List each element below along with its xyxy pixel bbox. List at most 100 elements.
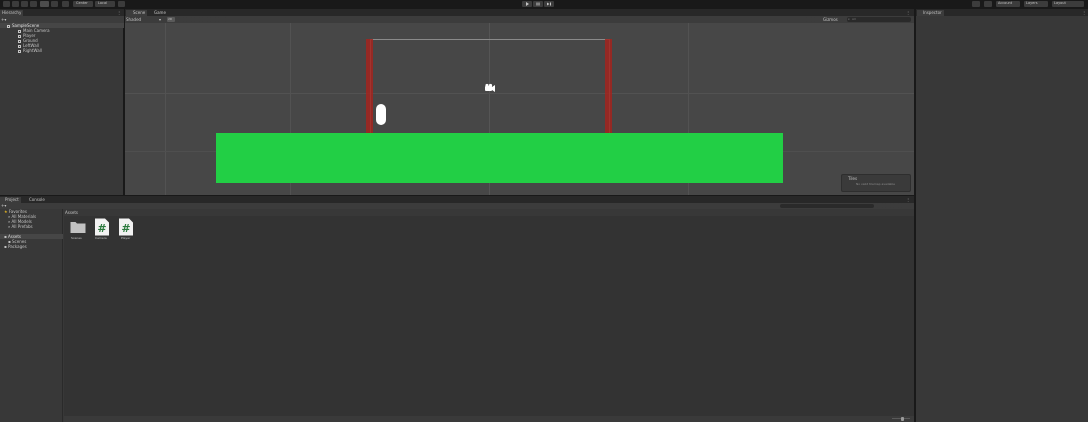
step-button[interactable] bbox=[544, 1, 554, 7]
folder-icon bbox=[70, 222, 86, 233]
search-icon: ⌕ bbox=[848, 17, 850, 21]
project-tab-label: Project bbox=[5, 197, 19, 202]
csharp-script-icon: # bbox=[119, 218, 133, 236]
tree-label: All Prefabs bbox=[11, 224, 33, 229]
inspector-panel: Inspector ⋮ bbox=[915, 9, 1088, 422]
move-tool-button[interactable] bbox=[12, 1, 19, 7]
hierarchy-toolbar: +▾ bbox=[0, 16, 124, 23]
ground[interactable] bbox=[216, 133, 783, 183]
project-tree: ★ Favorites ⌕ All Materials ⌕ All Models… bbox=[0, 209, 63, 422]
console-tab-label: Console bbox=[29, 197, 45, 202]
transform-tool-button[interactable] bbox=[51, 1, 58, 7]
hierarchy-item-label: RightWall bbox=[23, 48, 42, 53]
scene-tab-bar: Scene Game ⋮ bbox=[125, 9, 914, 16]
gizmos-label: Gizmos bbox=[823, 17, 838, 22]
main-toolbar: Center Local Account Layers Layout bbox=[0, 0, 1088, 9]
asset-label: Player bbox=[121, 236, 131, 240]
inspector-tab-label: Inspector bbox=[923, 10, 942, 15]
layout-label: Layout bbox=[1054, 1, 1066, 5]
camera-settings-button[interactable] bbox=[814, 17, 822, 22]
hierarchy-tab-label: Hierarchy bbox=[2, 10, 22, 15]
chevron-down-icon: ▾ bbox=[159, 17, 162, 22]
hidden-packages-button[interactable] bbox=[901, 203, 911, 208]
2d-toggle-button[interactable]: 2D bbox=[167, 17, 175, 22]
asset-label: Scenes bbox=[71, 236, 82, 240]
tab-inspector[interactable]: Inspector bbox=[917, 10, 944, 16]
2d-label: 2D bbox=[168, 16, 173, 21]
filter-label-button[interactable] bbox=[885, 203, 891, 208]
add-object-button[interactable]: +▾ bbox=[1, 17, 6, 22]
asset-browser: Assets Scenes # Camera # Player bbox=[64, 209, 914, 422]
rotate-tool-button[interactable] bbox=[21, 1, 28, 7]
hidden-objects-toggle[interactable] bbox=[202, 17, 208, 22]
layers-dropdown[interactable]: Layers bbox=[1024, 1, 1048, 7]
search-icon: ⌕ bbox=[8, 224, 11, 229]
account-label: Account bbox=[998, 1, 1013, 5]
cloud-button[interactable] bbox=[984, 1, 992, 7]
scene-toolbar: Shaded ▾ 2D Gizmos ⌕ All bbox=[125, 16, 914, 23]
asset-item-player-script[interactable]: # Player bbox=[118, 218, 134, 244]
slider-handle[interactable] bbox=[901, 416, 904, 421]
effects-toggle[interactable] bbox=[194, 17, 200, 22]
shading-mode-label: Shaded bbox=[126, 17, 142, 22]
hierarchy-menu-icon[interactable]: ⋮ bbox=[117, 10, 121, 15]
scale-tool-button[interactable] bbox=[30, 1, 37, 7]
scene-menu-icon[interactable]: ⋮ bbox=[906, 10, 910, 15]
center-label: Center bbox=[76, 1, 88, 5]
scene-viewport[interactable]: Tiles No valid tilemap available bbox=[125, 23, 914, 195]
pause-button[interactable] bbox=[533, 1, 543, 7]
shading-mode-dropdown[interactable]: Shaded ▾ bbox=[126, 17, 164, 22]
account-dropdown[interactable]: Account bbox=[996, 1, 1020, 7]
asset-item-camera-script[interactable]: # Camera bbox=[94, 218, 110, 244]
audio-toggle[interactable] bbox=[186, 17, 192, 22]
inspector-menu-icon[interactable]: ⋮ bbox=[1082, 10, 1086, 15]
snap-button[interactable] bbox=[118, 1, 125, 7]
rect-tool-button[interactable] bbox=[40, 1, 49, 7]
asset-item-scenes-folder[interactable]: Scenes bbox=[70, 220, 86, 244]
tree-item-all-prefabs[interactable]: ⌕ All Prefabs bbox=[0, 224, 33, 229]
icon-size-slider[interactable] bbox=[892, 416, 910, 421]
custom-tool-button[interactable] bbox=[62, 1, 69, 7]
scene-tab-label: Scene bbox=[133, 10, 146, 15]
project-panel: Project Console ⋮ +▾ ★ Favorites ⌕ All M… bbox=[0, 195, 914, 422]
scene-panel: Scene Game ⋮ Shaded ▾ 2D Gizmos ⌕ All Ti… bbox=[125, 9, 914, 195]
local-label: Local bbox=[98, 1, 108, 5]
grid-toggle[interactable] bbox=[218, 17, 226, 22]
collab-button[interactable] bbox=[972, 1, 980, 7]
right-wall[interactable] bbox=[605, 39, 612, 135]
hierarchy-panel: Hierarchy ⋮ +▾ SampleScene Main Camera P… bbox=[0, 9, 124, 195]
hand-tool-button[interactable] bbox=[3, 1, 10, 7]
hierarchy-item-rightwall[interactable]: RightWall bbox=[0, 48, 42, 53]
camera-gizmo-icon[interactable] bbox=[484, 83, 496, 93]
search-placeholder: All bbox=[852, 17, 856, 21]
scene-camera-button[interactable] bbox=[210, 17, 216, 22]
pivot-center-button[interactable]: Center bbox=[73, 1, 93, 7]
tiles-overlay-text: No valid tilemap available bbox=[856, 182, 896, 186]
svg-text:#: # bbox=[121, 222, 130, 235]
lighting-toggle[interactable] bbox=[178, 17, 184, 22]
pause-icon bbox=[536, 2, 540, 6]
asset-label: Camera bbox=[95, 236, 107, 240]
play-button[interactable] bbox=[522, 1, 532, 7]
gizmos-dropdown[interactable]: Gizmos bbox=[823, 17, 847, 22]
favorite-button[interactable] bbox=[893, 203, 899, 208]
filter-type-button[interactable] bbox=[877, 203, 883, 208]
layers-label: Layers bbox=[1026, 1, 1038, 5]
breadcrumb: Assets bbox=[64, 209, 914, 216]
project-search-input[interactable] bbox=[780, 204, 874, 208]
pivot-local-button[interactable]: Local bbox=[95, 1, 115, 7]
player-capsule[interactable] bbox=[376, 104, 386, 125]
breadcrumb-assets[interactable]: Assets bbox=[65, 210, 78, 215]
gameobject-icon bbox=[18, 49, 21, 53]
tools-button[interactable] bbox=[806, 17, 812, 22]
layout-dropdown[interactable]: Layout bbox=[1052, 1, 1084, 7]
game-tab-label: Game bbox=[154, 10, 166, 15]
step-icon bbox=[547, 2, 551, 6]
left-wall[interactable] bbox=[366, 39, 373, 135]
tree-item-packages[interactable]: ▪ Packages bbox=[0, 244, 27, 249]
tiles-overlay: Tiles No valid tilemap available bbox=[841, 174, 911, 192]
create-button[interactable]: +▾ bbox=[1, 203, 6, 208]
project-tab-bar: Project Console ⋮ bbox=[0, 196, 914, 203]
scene-search-input[interactable]: ⌕ All bbox=[847, 17, 911, 22]
project-menu-icon[interactable]: ⋮ bbox=[906, 197, 910, 202]
